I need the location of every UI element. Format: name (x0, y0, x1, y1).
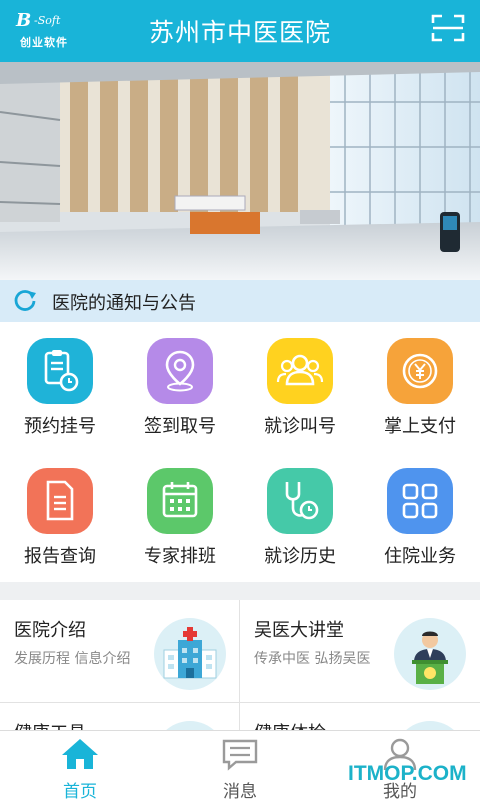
card-hospital-intro[interactable]: 医院介绍 发展历程 信息介绍 (0, 600, 240, 702)
service-queue-call[interactable]: 就诊叫号 (240, 330, 360, 450)
clipboard-clock-icon (27, 338, 93, 404)
service-label: 报告查询 (24, 546, 96, 567)
refresh-icon (14, 290, 36, 311)
hospital-building-icon (154, 618, 226, 690)
service-label: 就诊叫号 (264, 416, 336, 437)
watermark-text: ITMOP.COM (348, 762, 467, 785)
nav-home[interactable]: 首页 (0, 731, 160, 800)
service-mobile-payment[interactable]: 掌上支付 (360, 330, 480, 450)
lecturer-podium-icon (394, 618, 466, 690)
section-divider (0, 582, 480, 600)
nav-label: 首页 (63, 782, 97, 800)
nav-label: 消息 (223, 782, 257, 800)
hospital-lobby-photo (0, 62, 480, 280)
service-appointment[interactable]: 预约挂号 (0, 330, 120, 450)
service-expert-schedule[interactable]: 专家排班 (120, 460, 240, 580)
card-divider-vertical (239, 600, 240, 730)
app-header: B -Soft 创业软件 苏州市中医医院 (0, 0, 480, 62)
health-tools-icon (154, 721, 226, 730)
location-pin-icon (147, 338, 213, 404)
service-inpatient[interactable]: 住院业务 (360, 460, 480, 580)
people-icon (267, 338, 333, 404)
service-label: 就诊历史 (264, 546, 336, 567)
card-title: 健康工具 (14, 719, 86, 730)
notice-bar[interactable]: 医院的通知与公告 (0, 280, 480, 322)
service-label: 预约挂号 (24, 416, 96, 437)
service-visit-history[interactable]: 就诊历史 (240, 460, 360, 580)
service-label: 掌上支付 (384, 416, 456, 437)
document-icon (27, 468, 93, 534)
card-lecture-hall[interactable]: 吴医大讲堂 传承中医 弘扬吴医 (240, 600, 480, 702)
scan-button[interactable] (430, 12, 466, 44)
service-checkin[interactable]: 签到取号 (120, 330, 240, 450)
message-icon (222, 739, 258, 771)
card-health-checkup[interactable]: 健康体检 (240, 703, 480, 730)
service-label: 住院业务 (384, 546, 456, 567)
calendar-icon (147, 468, 213, 534)
nav-messages[interactable]: 消息 (160, 731, 320, 800)
service-report-query[interactable]: 报告查询 (0, 460, 120, 580)
card-title: 医院介绍 (14, 620, 86, 641)
card-subtitle: 传承中医 弘扬吴医 (254, 651, 371, 667)
banner-carousel[interactable] (0, 62, 480, 280)
four-squares-icon (387, 468, 453, 534)
card-subtitle: 发展历程 信息介绍 (14, 651, 131, 667)
home-icon (62, 739, 98, 769)
health-checkup-icon (394, 721, 466, 730)
notice-label: 医院的通知与公告 (52, 293, 196, 314)
page-title: 苏州市中医医院 (148, 18, 331, 47)
card-title: 吴医大讲堂 (254, 620, 344, 641)
service-label: 签到取号 (144, 416, 216, 437)
yuan-coin-icon (387, 338, 453, 404)
card-title: 健康体检 (254, 719, 326, 730)
card-health-tools[interactable]: 健康工具 (0, 703, 240, 730)
scan-icon (431, 14, 465, 42)
stethoscope-clock-icon (267, 468, 333, 534)
service-label: 专家排班 (144, 546, 216, 567)
card-divider-horizontal (0, 702, 480, 703)
